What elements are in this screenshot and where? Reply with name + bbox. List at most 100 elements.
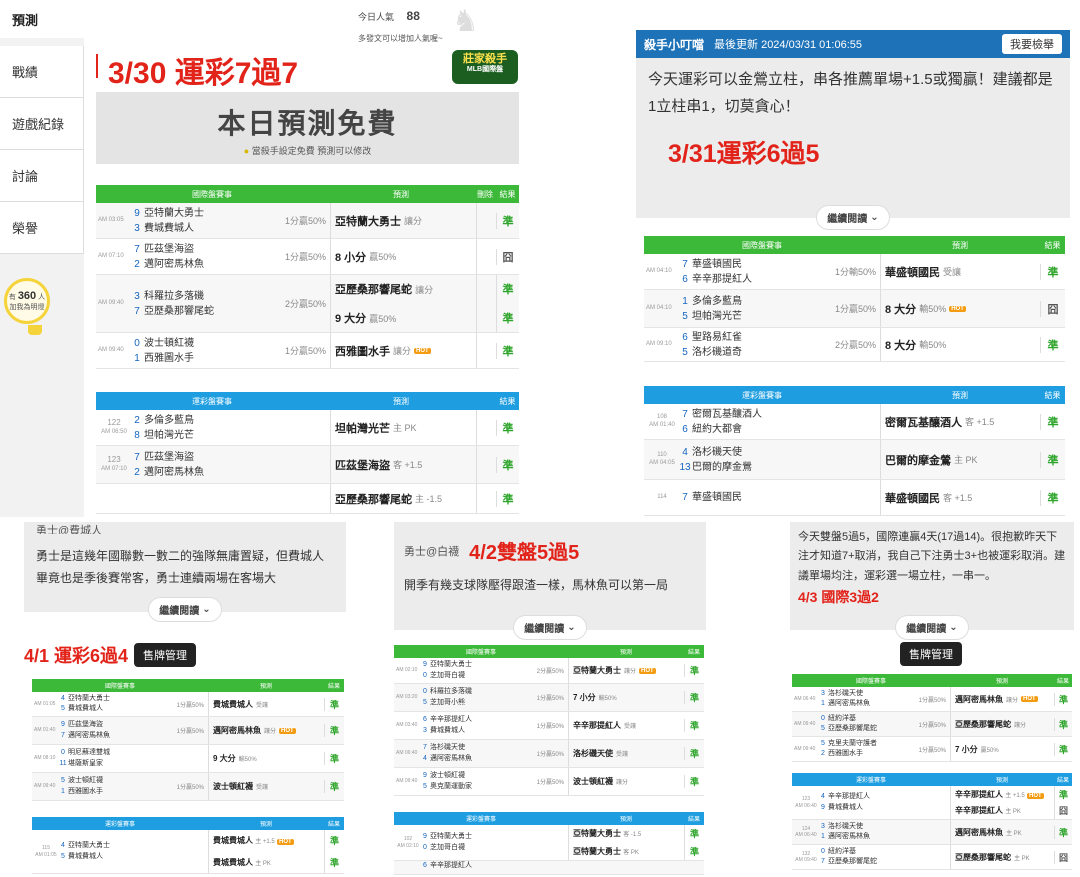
panel-3-31: 殺手小叮噹 最後更新 2024/03/31 01:06:55 我要檢舉 今天運彩… — [636, 30, 1070, 517]
table-row: 115 AM 01:05 45 亞特蘭大勇士 費城費城人 費城費城人 主 +1.5 … — [32, 830, 344, 874]
table-row: AM 03:40 6 3 辛辛那提紅人 費城費城人 1分贏50% 辛辛那提紅人 受讓準 — [394, 712, 704, 740]
result-badge: 準 — [496, 342, 519, 359]
table-row: 122 AM 06:50 28 多倫多藍鳥 坦帕灣光芒 坦帕灣光芒主 PK 準 — [96, 410, 519, 446]
table-row: AM 01:05 4 5 亞特蘭大勇士 費城費城人 1分贏50% 費城費城人 受讓準 — [32, 692, 344, 717]
table-row: AM 06:40 7 4 洛杉磯天使 邁阿密馬林魚 1分贏50% 洛杉磯天使 受讓準 — [394, 740, 704, 768]
intl-table: 國際盤賽事 預測 結果 AM 01:05 4 5 亞特蘭大勇士 費城費城人 1分贏50% 費… — [32, 679, 344, 801]
table-row: 123 AM 06:40 49 辛辛那提紅人 費城費城人 辛辛那提紅人 主 +1.5… — [792, 786, 1072, 820]
author-name[interactable]: 殺手小叮噹 — [644, 36, 704, 53]
table-row: AM 03:05 93 亞特蘭大勇士 費城費城人 1分贏50% 亞特蘭大勇士 讓分 … — [96, 203, 519, 239]
table-row: AM 02:10 9 0 亞特蘭大勇士 芝加哥白襪 2分贏50% 亞特蘭大勇士 讓分 HOT 準 — [394, 658, 704, 684]
result-badge: 準 — [496, 456, 519, 473]
result-badge: 準 — [684, 719, 704, 732]
sport-table-header: 運彩盤賽事 預測 結果 — [32, 817, 344, 830]
table-row: AM 01:40 9 7 匹茲堡海盜 邁阿密馬林魚 1分贏50% 邁阿密馬林魚 讓分 HOT 準 — [32, 717, 344, 745]
result-badge: 準 — [324, 697, 344, 711]
read-more-button[interactable]: 繼續閱讀 ⌄ — [895, 615, 969, 640]
bulb-widget[interactable]: 有 360 人 加我為明燈 — [4, 278, 54, 348]
table-row: AM 09:40 5 2 克里夫蘭守護者 西雅圖水手 1分贏50% 7 小分 贏50% 準 — [792, 737, 1072, 762]
table-row: 110 AM 04:05 4 13 洛杉磯天使 巴爾的摩金鶯 巴爾的摩金鶯主 PK 準 — [644, 440, 1065, 480]
sport-table-header: 運彩盤賽事 預測 結果 — [394, 812, 704, 825]
table-row: 123 AM 07:10 72 匹茲堡海盜 邁阿密馬林魚 匹茲堡海盜客 +1.5 準 — [96, 446, 519, 484]
sidebar-item-game-log[interactable]: 遊戲紀錄 — [0, 98, 84, 150]
intl-table: 國際盤賽事 預測 結果 AM 02:10 9 0 亞特蘭大勇士 芝加哥白襪 2分贏50% 亞… — [394, 645, 704, 796]
result-badge: 準 — [324, 752, 344, 765]
popularity: 今日人氣 88 — [358, 9, 420, 23]
sidebar-item-record[interactable]: 戰績 — [0, 46, 84, 98]
post-body: 勇士@白襪 4/2雙盤5過5 開季有幾支球隊壓得跟渣一樣，馬林魚可以第一局 繼續… — [394, 522, 706, 640]
table-row: AM 09:40 01 波士頓紅襪 西雅圖水手 1分贏50% 西雅圖水手 讓分 HOT… — [96, 333, 519, 369]
result-badge: 準 — [1058, 789, 1068, 800]
result-badge: 準 — [1054, 717, 1072, 731]
read-more-button[interactable]: 繼續閱讀 ⌄ — [816, 205, 890, 230]
result-badge: 準 — [324, 780, 344, 793]
result-badge: 囧 — [496, 248, 519, 265]
free-banner: 本日預測免費 ● 當殺手設定免費 預測可以修改 — [96, 92, 519, 164]
read-more-button[interactable]: 繼續閱讀 ⌄ — [148, 597, 222, 622]
result-badge: 囧 — [1054, 850, 1072, 864]
result-badge: 囧 — [1058, 806, 1068, 817]
table-row: 6 辛辛那提紅人 — [394, 861, 704, 875]
rabbit-icon: ♞ — [452, 5, 479, 38]
sidebar-item-discussion[interactable]: 討論 — [0, 150, 84, 202]
result-badge: 準 — [329, 857, 339, 868]
sidebar-item-honor[interactable]: 榮譽 — [0, 202, 84, 254]
sales-manage-button[interactable]: 售牌管理 — [134, 643, 197, 667]
table-row: AM 04:10 15 多倫多藍鳥 坦帕灣光芒 1分贏50% 8 大分 輸50% HO… — [644, 290, 1065, 328]
result-badge: 準 — [1040, 263, 1065, 280]
hot-badge: HOT — [1021, 696, 1038, 702]
chevron-down-icon: ⌄ — [567, 622, 576, 633]
hot-badge: HOT — [414, 347, 431, 354]
result-badge: 準 — [684, 747, 704, 760]
intl-table: 國際盤賽事 預測 結果 AM 06:40 3 1 洛杉磯天使 邁阿密馬林魚 1分贏50% 邁… — [792, 674, 1072, 762]
sport-table-header: 運彩盤賽事 預測 結果 — [792, 773, 1072, 786]
table-row: 124 AM 06:40 3 1 洛杉磯天使 邁阿密馬林魚 邁阿密馬林魚主 PK 準 — [792, 820, 1072, 845]
result-badge: 準 — [689, 846, 699, 857]
result-badge: 準 — [1054, 825, 1072, 839]
post-body: 今天雙盤5過5，國際連贏4天(17過14)。很抱歉昨天下注才知道7+取消，我自己… — [790, 522, 1074, 640]
read-more-button[interactable]: 繼續閱讀 ⌄ — [513, 615, 587, 640]
headline: 3/31運彩6過5 — [668, 140, 820, 168]
hot-badge: HOT — [949, 305, 966, 312]
report-button[interactable]: 我要檢舉 — [1002, 34, 1062, 54]
table-row: AM 09:40 37 科羅拉多落磯 亞歷桑那響尾蛇 2分贏50% 亞歷桑那響尾蛇… — [96, 275, 519, 333]
table-row: AM 09:40 9 5 波士頓紅襪 奧克蘭運動家 1分贏50% 波士頓紅襪 讓分準 — [394, 768, 704, 796]
result-badge: 準 — [684, 691, 704, 704]
intl-table-header: 國際盤賽事 預測 刪除 結果 — [96, 185, 519, 203]
killer-badge: 莊家殺手 MLB國際盤 — [452, 50, 518, 84]
result-badge: 準 — [1040, 451, 1065, 468]
bulb-icon: 有 360 人 加我為明燈 — [4, 278, 50, 324]
hot-badge: HOT — [276, 839, 294, 846]
result-badge: 準 — [329, 836, 339, 847]
result-badge: 準 — [689, 829, 699, 840]
result-badge: 準 — [502, 284, 514, 297]
headline: 3/30 運彩7過7 — [108, 57, 299, 90]
chevron-down-icon: ⌄ — [949, 622, 958, 633]
sales-manage-button[interactable]: 售牌管理 — [900, 642, 962, 666]
result-badge: 準 — [496, 212, 519, 229]
sport-table: 運彩盤賽事 預測 結果 123 AM 06:40 49 辛辛那提紅人 費城費城人 辛… — [792, 773, 1072, 870]
chevron-down-icon: ⌄ — [870, 212, 879, 223]
sport-table-header: 運彩盤賽事 預測 結果 — [644, 386, 1065, 404]
intl-rows: AM 03:05 93 亞特蘭大勇士 費城費城人 1分贏50% 亞特蘭大勇士 讓分 … — [96, 203, 519, 369]
table-row: AM 04:10 76 華盛頓國民 辛辛那提紅人 1分輸50% 華盛頓國民 受讓 準 — [644, 254, 1065, 290]
result-badge: 準 — [1054, 742, 1072, 756]
panel-4-2: 勇士@白襪 4/2雙盤5過5 開季有幾支球隊壓得跟渣一樣，馬林魚可以第一局 繼續… — [394, 522, 706, 877]
table-row: AM 09:40 5 1 波士頓紅襪 西雅圖水手 1分贏50% 波士頓紅襪 受讓準 — [32, 773, 344, 801]
panel-4-3: 今天雙盤5過5，國際連贏4天(17過14)。很抱歉昨天下注才知道7+取消，我自己… — [790, 522, 1074, 877]
post-body: 勇士@費城人 勇士是這幾年國聯數一數二的強隊無庸置疑，但費城人畢竟也是季後賽常客… — [24, 522, 346, 622]
panel-3-30: 預測 戰績 遊戲紀錄 討論 榮譽 有 360 人 加我為明燈 今日人氣 88 多… — [0, 0, 530, 517]
table-row: 亞歷桑那響尾蛇主 -1.5 準 — [96, 484, 519, 514]
sport-table-header: 運彩盤賽事 預測 結果 — [96, 392, 519, 410]
intl-table-header: 國際盤賽事 預測 結果 — [792, 674, 1072, 687]
table-row: AM 06:40 3 1 洛杉磯天使 邁阿密馬林魚 1分贏50% 邁阿密馬林魚 讓分 HOT 準 — [792, 687, 1072, 712]
sport-table: 運彩盤賽事 預測 結果 108 AM 01:40 76 密爾瓦基釀酒人 紐約大都會 … — [644, 386, 1065, 516]
panel-4-1: 勇士@費城人 勇士是這幾年國聯數一數二的強隊無庸置疑，但費城人畢竟也是季後賽常客… — [24, 522, 346, 877]
headline: 4/2雙盤5過5 — [469, 542, 580, 564]
tab-predict[interactable]: 預測 — [0, 0, 84, 38]
sport-table: 運彩盤賽事 預測 結果 102 AM 02:10 90 亞特蘭大勇士 芝加哥白襪 亞… — [394, 812, 704, 875]
sport-table: 運彩盤賽事 預測 結果 122 AM 06:50 28 多倫多藍鳥 坦帕灣光芒 坦帕… — [96, 392, 519, 514]
intl-table-header: 國際盤賽事 預測 結果 — [644, 236, 1065, 254]
intl-table: 國際盤賽事 預測 結果 AM 04:10 76 華盛頓國民 辛辛那提紅人 1分輸5… — [644, 236, 1065, 362]
table-row: 108 AM 01:40 76 密爾瓦基釀酒人 紐約大都會 密爾瓦基釀酒人客 +1.… — [644, 404, 1065, 440]
